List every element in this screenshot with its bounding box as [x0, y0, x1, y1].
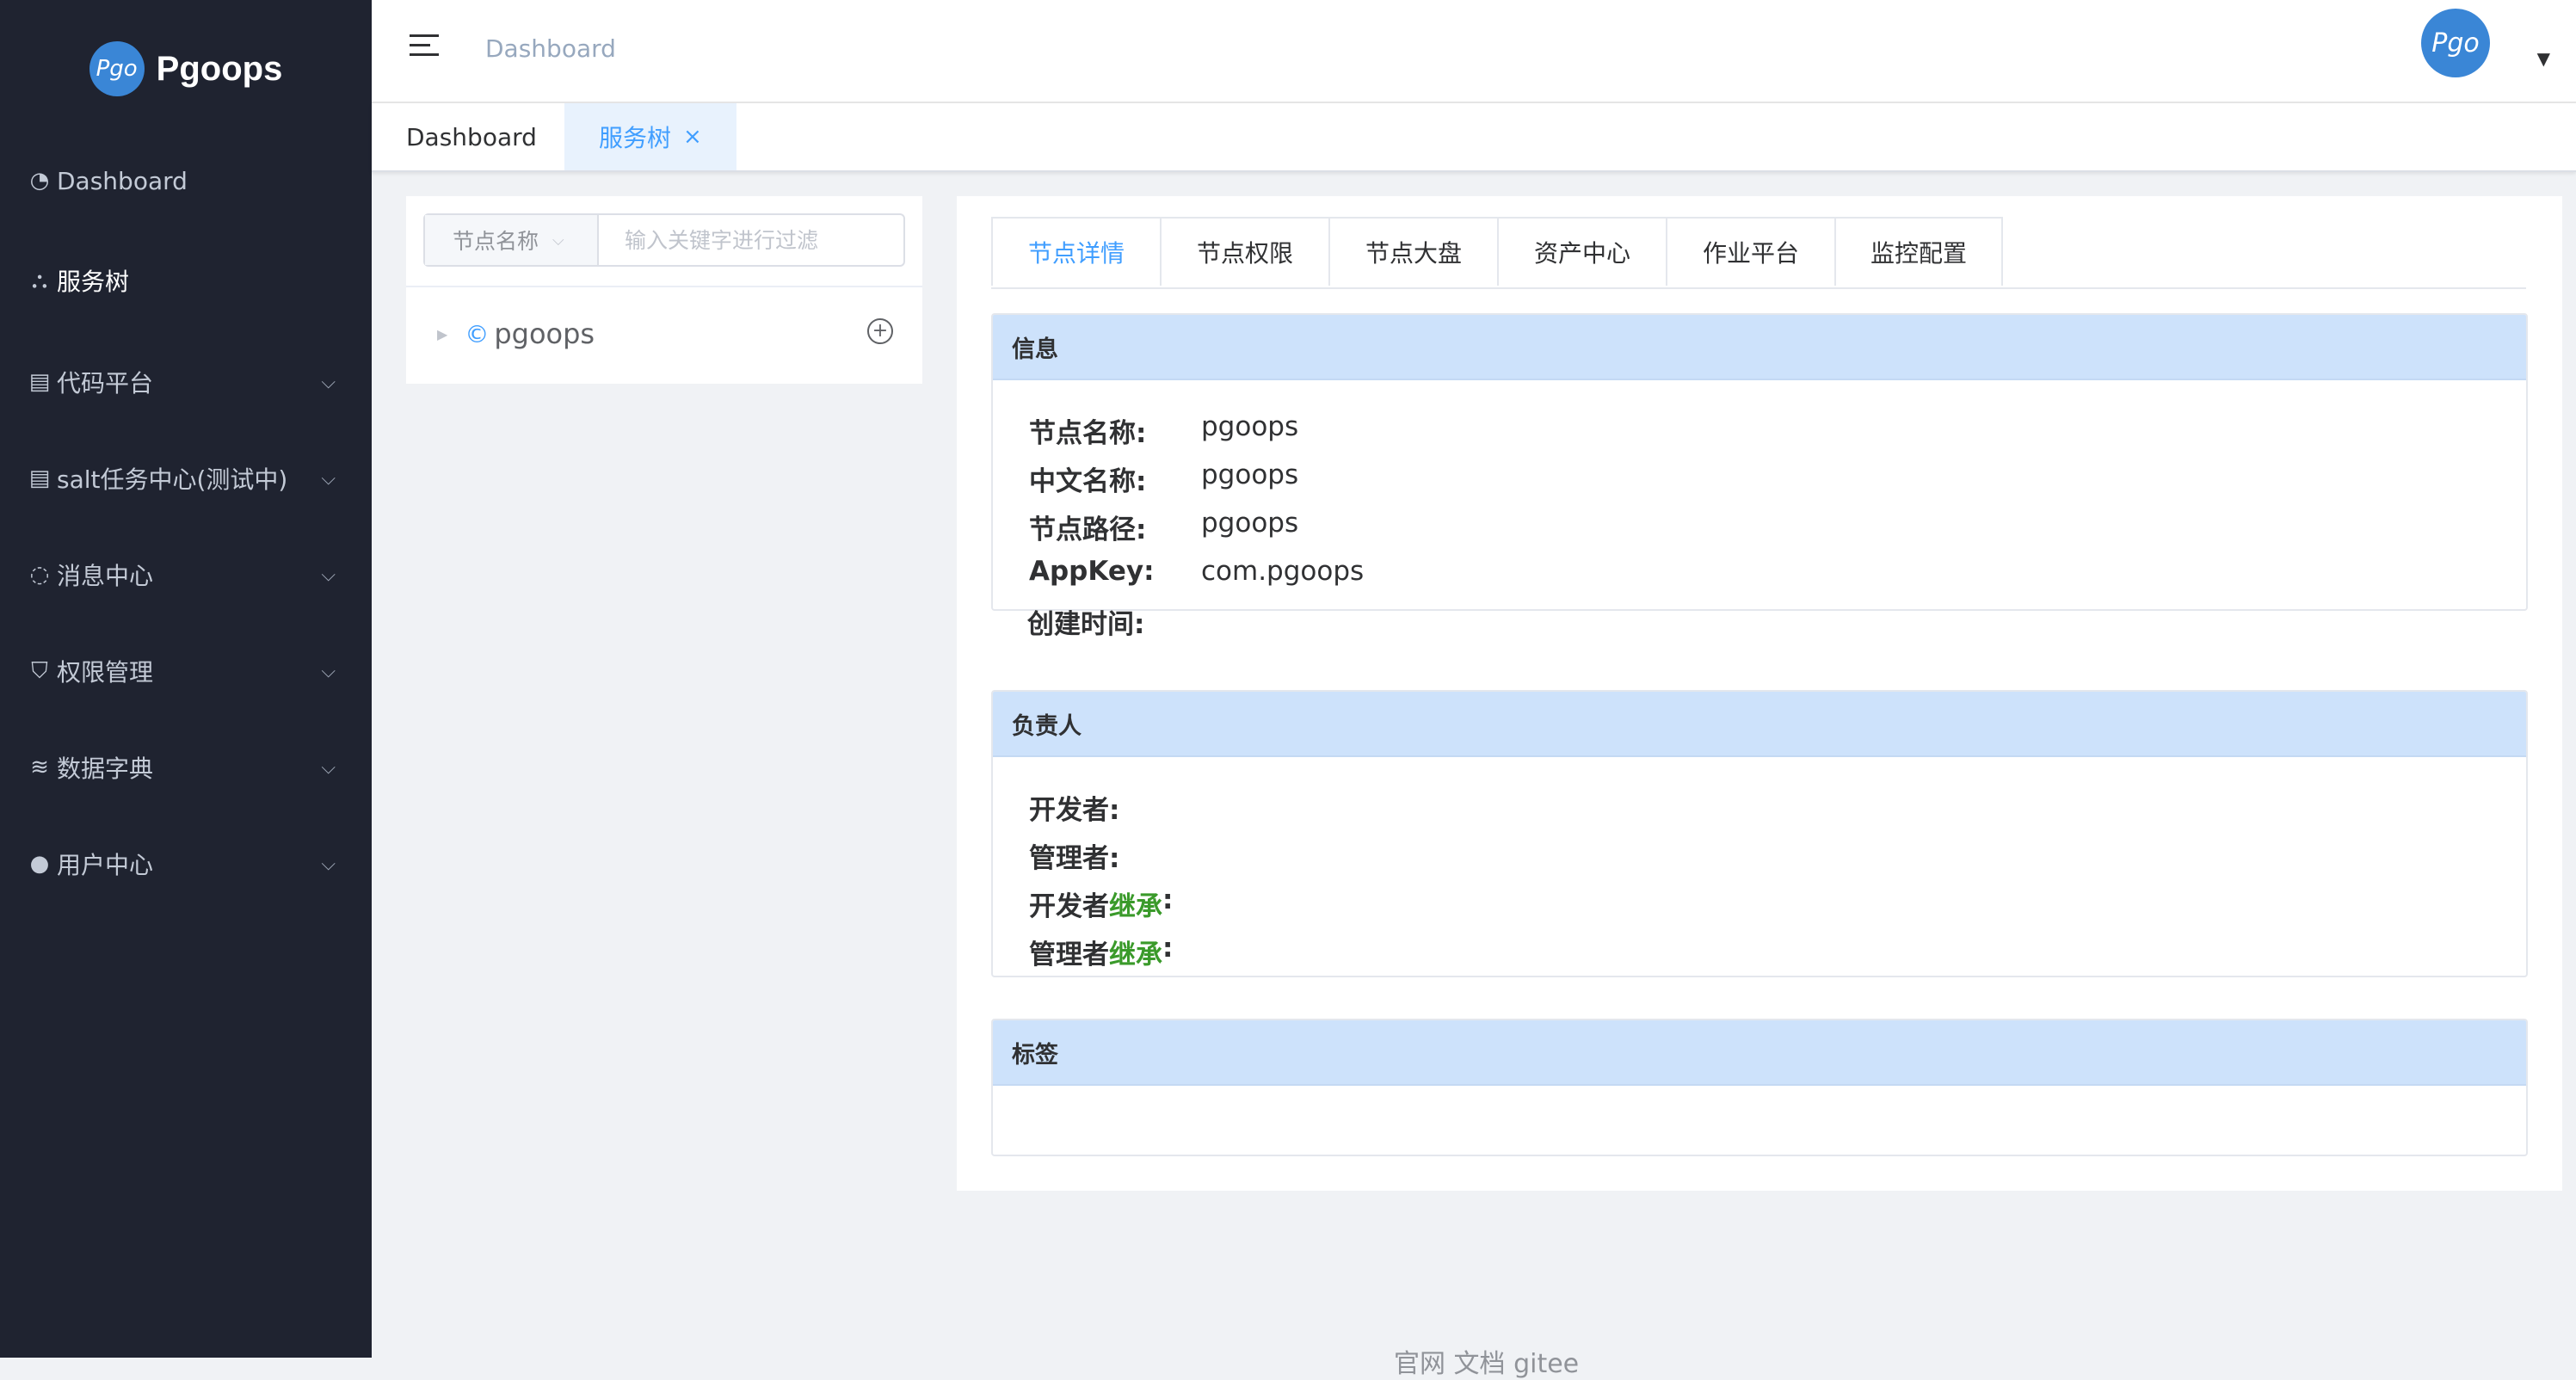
divider — [406, 286, 922, 287]
code-platform-icon: ▤ — [28, 369, 51, 395]
logo-icon: Pgo — [89, 41, 145, 96]
chevron-down-icon: ⌵ — [321, 467, 336, 490]
chevron-down-icon: ⌵ — [321, 756, 336, 779]
info-value: pgoops — [1201, 411, 1299, 442]
shield-icon: ⛉ — [31, 657, 48, 684]
sidebar-item-label: 服务树 — [57, 268, 130, 296]
tab-monitor-config[interactable]: 监控配置 — [1834, 217, 2003, 286]
top-navbar: Dashboard Pgo ▼ — [372, 0, 2576, 103]
sidebar-item-label: 消息中心 — [57, 562, 154, 590]
sidebar-item-label: 代码平台 — [57, 369, 154, 397]
card-title: 负责人 — [993, 692, 2526, 757]
tree-filter: 节点名称 ⌵ — [423, 213, 905, 267]
avatar[interactable]: Pgo — [2421, 9, 2490, 77]
detail-tabs: 节点详情 节点权限 节点大盘 资产中心 作业平台 监控配置 — [991, 217, 2526, 289]
message-icon: ◌ — [29, 562, 50, 588]
owner-row: 管理者 继承 : — [1029, 933, 1173, 971]
tab-asset-center[interactable]: 资产中心 — [1497, 217, 1666, 286]
owner-key: 管理者: — [1029, 843, 1120, 874]
sidebar-item-label: 权限管理 — [57, 658, 154, 687]
card-title: 标签 — [993, 1020, 2526, 1086]
sidebar-item-user-center[interactable]: ● 用户中心 ⌵ — [0, 821, 372, 907]
app-name: Pgoops — [156, 49, 283, 88]
tag-label: Dashboard — [406, 122, 537, 151]
filter-input[interactable] — [599, 215, 903, 265]
tab-node-dashboard[interactable]: 节点大盘 — [1328, 217, 1497, 286]
tags-view: Dashboard 服务树 × — [372, 103, 2576, 172]
owners-card: 负责人 开发者: 管理者: 开发者 继承 : 管理者 继承 : — [991, 690, 2528, 977]
info-key: AppKey: — [1029, 556, 1155, 587]
sidebar-item-label: Dashboard — [57, 166, 188, 195]
tag-label: 服务树 — [599, 124, 672, 152]
sidebar-item-label: 用户中心 — [57, 851, 154, 879]
owner-row: 开发者 继承 : — [1029, 884, 1173, 923]
info-value: com.pgoops — [1201, 556, 1365, 587]
owner-key: 开发者 — [1029, 891, 1109, 922]
chevron-down-icon: ⌵ — [552, 231, 564, 250]
chevron-down-icon: ⌵ — [321, 564, 336, 586]
owner-key: 管理者 — [1029, 940, 1109, 970]
tag-dashboard[interactable]: Dashboard — [372, 103, 564, 170]
info-key: 创建时间: — [1027, 609, 1145, 640]
caret-right-icon[interactable]: ▶ — [437, 326, 447, 342]
info-row: 节点路径: pgoops — [1029, 508, 1298, 546]
tree-panel: 节点名称 ⌵ ▶ © pgoops + — [406, 196, 922, 384]
info-row: 中文名称: pgoops — [1029, 459, 1298, 498]
caret-down-icon[interactable]: ▼ — [2537, 48, 2550, 69]
owner-row: 管理者: — [1029, 836, 1201, 875]
sidebar-item-code-platform[interactable]: ▤ 代码平台 ⌵ — [0, 339, 372, 425]
tag-service-tree[interactable]: 服务树 × — [564, 103, 736, 170]
chevron-down-icon: ⌵ — [321, 660, 336, 682]
card-title: 信息 — [993, 315, 2526, 380]
owner-colon: : — [1162, 884, 1174, 915]
add-circle-icon[interactable]: + — [867, 318, 893, 344]
menu-toggle-icon[interactable] — [410, 34, 439, 60]
node-detail-panel: 节点详情 节点权限 节点大盘 资产中心 作业平台 监控配置 信息 节点名称: p… — [957, 196, 2562, 1191]
sidebar-item-salt-tasks[interactable]: ▤ salt任务中心(测试中) ⌵ — [0, 435, 372, 521]
filter-select-value: 节点名称 — [453, 229, 539, 254]
info-key: 节点路径: — [1029, 514, 1147, 545]
tab-node-permissions[interactable]: 节点权限 — [1160, 217, 1328, 286]
sidebar-item-label: salt任务中心(测试中) — [57, 465, 288, 494]
info-row-created: 创建时间: — [1027, 602, 1199, 641]
inherit-label: 继承 — [1109, 891, 1162, 922]
info-row: 节点名称: pgoops — [1029, 411, 1298, 450]
owner-row: 开发者: — [1029, 788, 1201, 827]
layers-icon: ≋ — [30, 755, 49, 780]
tree-node-label: pgoops — [494, 317, 595, 350]
sidebar-item-dashboard[interactable]: ◔ Dashboard — [0, 138, 372, 224]
tab-node-details[interactable]: 节点详情 — [991, 217, 1160, 286]
close-icon[interactable]: × — [683, 124, 702, 150]
owner-key: 开发者: — [1029, 795, 1120, 826]
chevron-down-icon: ⌵ — [321, 371, 336, 393]
copyright-icon: © — [465, 319, 490, 348]
user-icon: ● — [29, 851, 50, 877]
tree-node[interactable]: ▶ © pgoops + — [437, 308, 893, 360]
info-value: pgoops — [1201, 459, 1299, 490]
filter-field-select[interactable]: 节点名称 ⌵ — [425, 215, 599, 265]
task-icon: ▤ — [28, 465, 51, 491]
info-card: 信息 节点名称: pgoops 中文名称: pgoops 节点路径: pgoop… — [991, 313, 2528, 611]
chevron-down-icon: ⌵ — [321, 853, 336, 875]
dashboard-icon: ◔ — [29, 168, 50, 194]
sidebar-item-data-dictionary[interactable]: ≋ 数据字典 ⌵ — [0, 724, 372, 810]
info-row: AppKey: com.pgoops — [1029, 556, 1364, 587]
sidebar-item-messages[interactable]: ◌ 消息中心 ⌵ — [0, 532, 372, 618]
footer-links[interactable]: 官网 文档 gitee — [1394, 1342, 1579, 1380]
app-logo[interactable]: Pgo Pgoops — [0, 0, 372, 138]
breadcrumb[interactable]: Dashboard — [485, 34, 616, 63]
owner-colon: : — [1162, 933, 1174, 964]
sidebar: Pgo Pgoops ◔ Dashboard ⛬ 服务树 ▤ 代码平台 ⌵ ▤ … — [0, 0, 372, 1358]
tab-job-platform[interactable]: 作业平台 — [1666, 217, 1834, 286]
info-key: 中文名称: — [1029, 466, 1147, 497]
info-value: pgoops — [1201, 508, 1299, 539]
labels-card: 标签 — [991, 1019, 2528, 1156]
sitemap-icon: ⛬ — [31, 267, 48, 293]
sidebar-item-label: 数据字典 — [57, 755, 154, 783]
sidebar-item-permissions[interactable]: ⛉ 权限管理 ⌵ — [0, 628, 372, 714]
sidebar-item-service-tree[interactable]: ⛬ 服务树 — [0, 237, 372, 323]
info-key: 节点名称: — [1029, 418, 1147, 449]
inherit-label: 继承 — [1109, 940, 1162, 970]
